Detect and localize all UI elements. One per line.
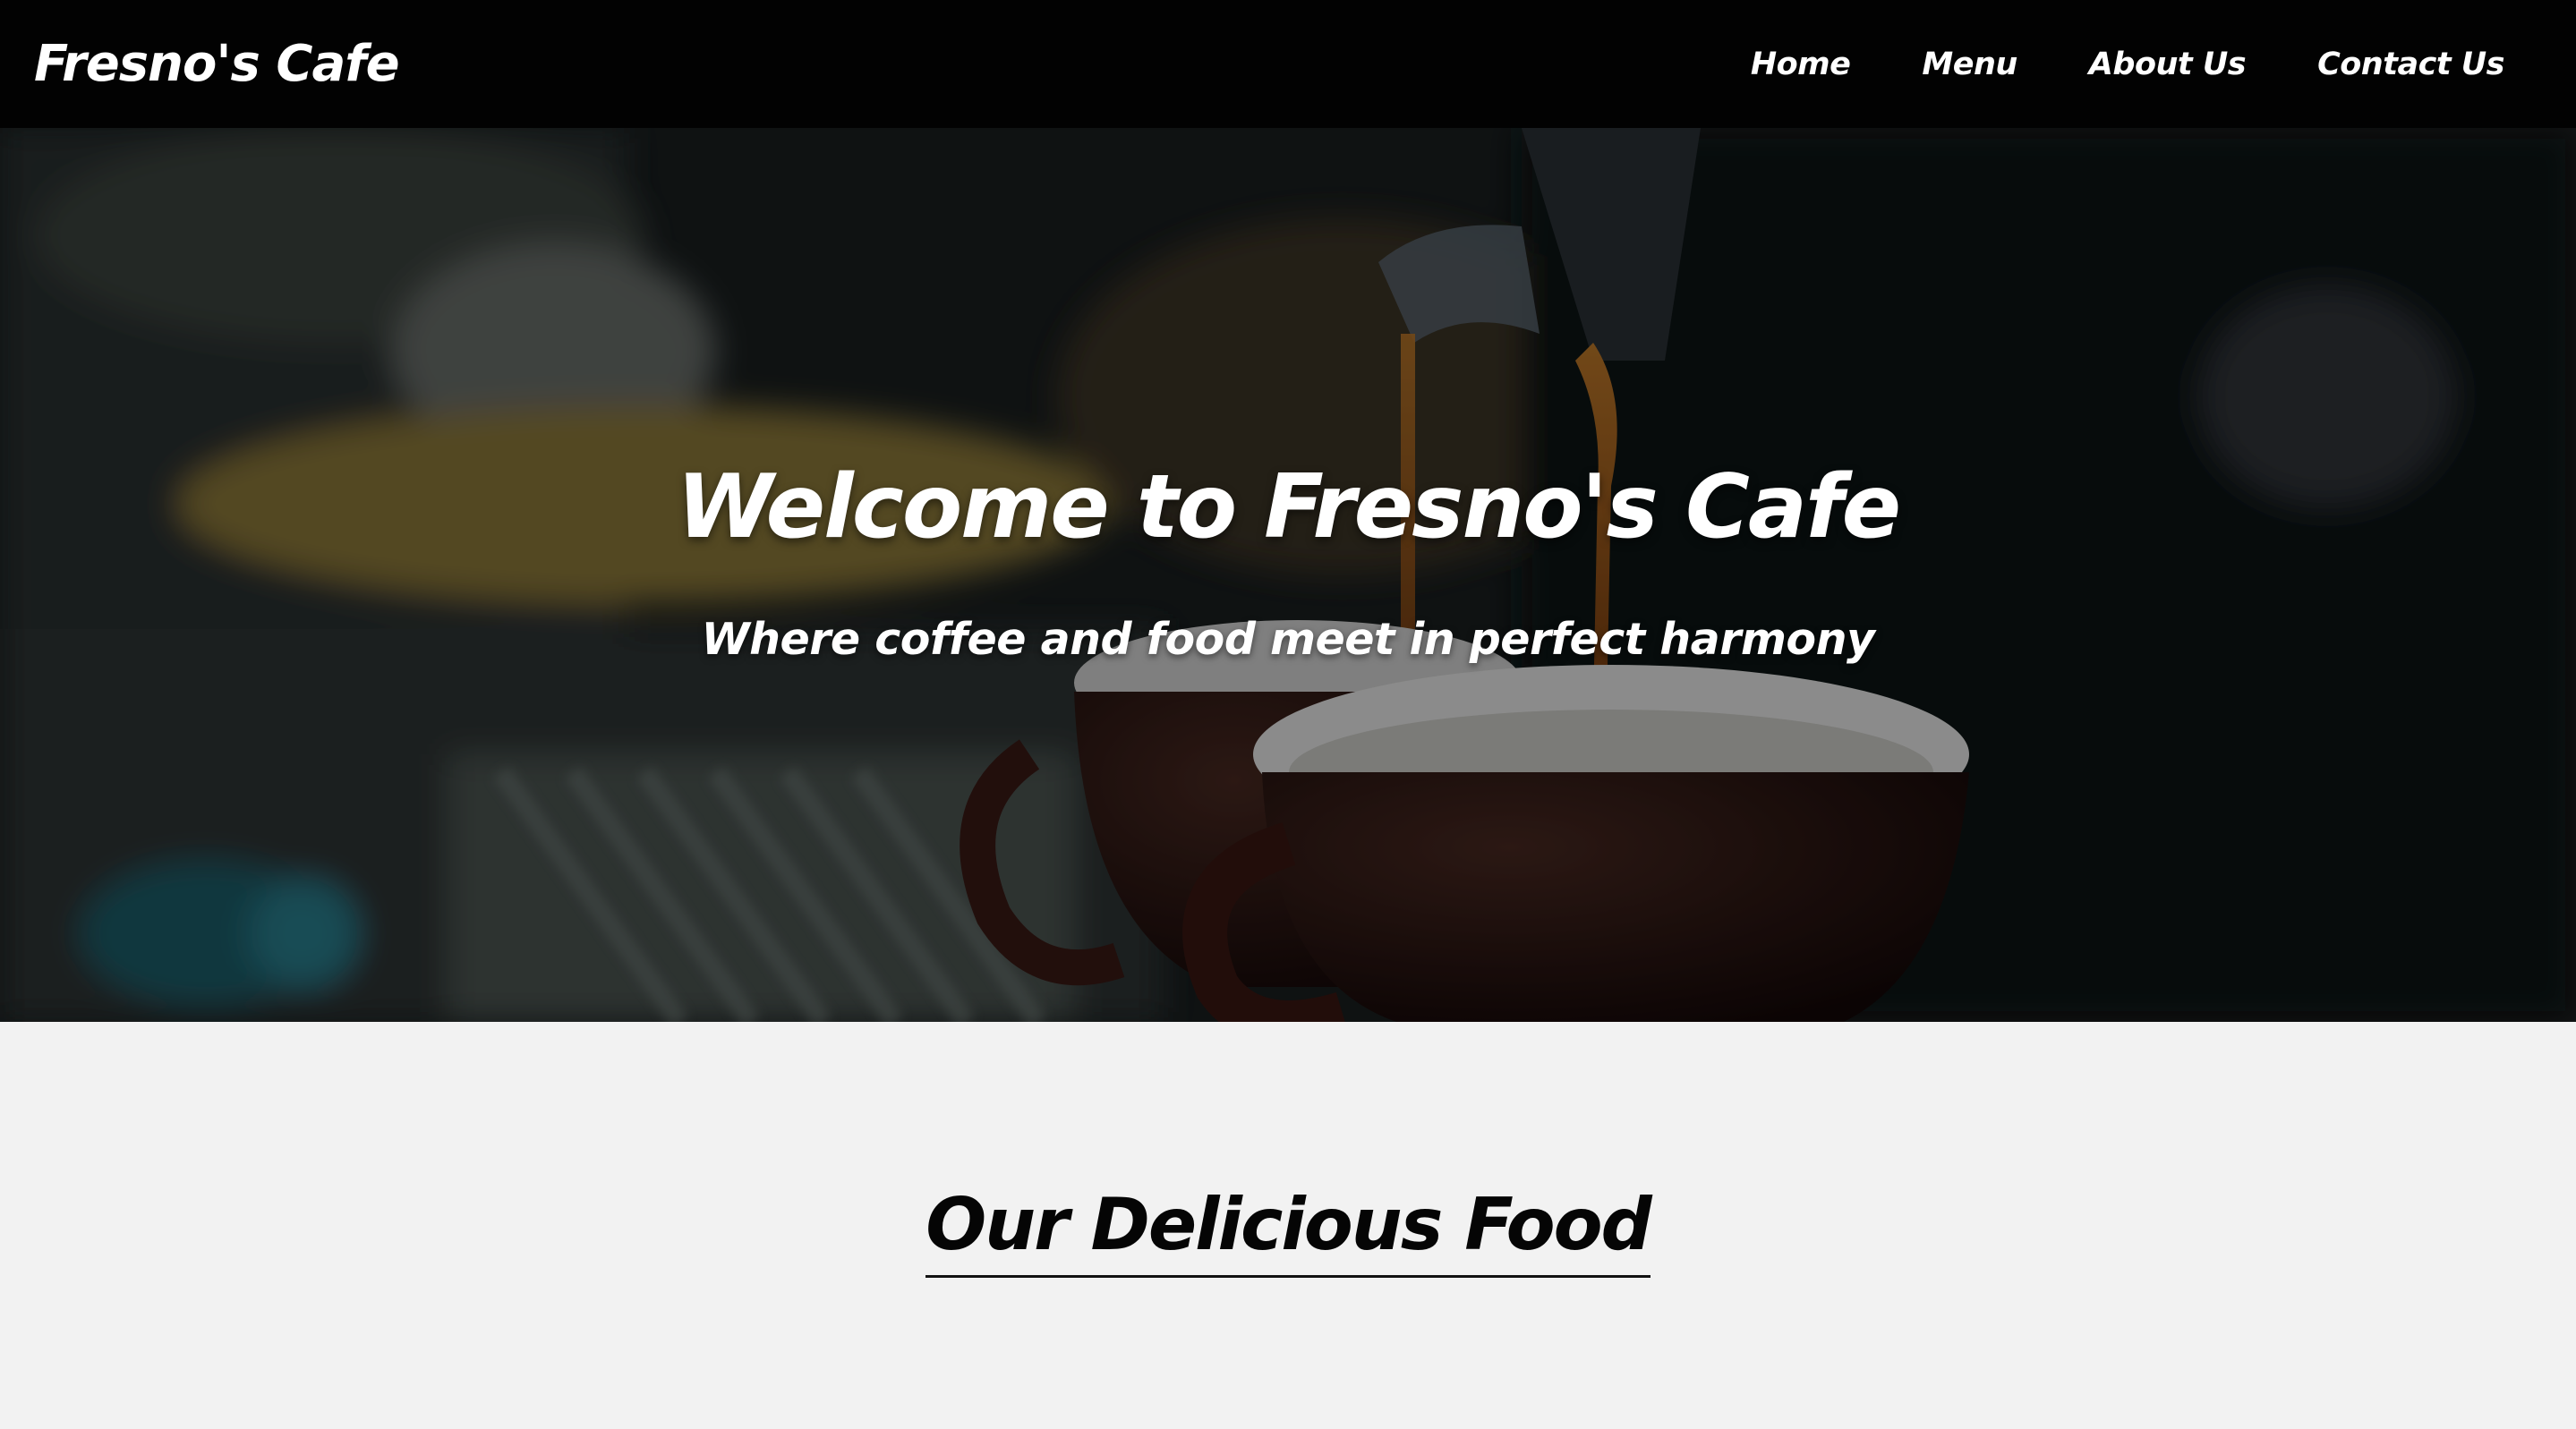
food-section: Our Delicious Food bbox=[0, 1022, 2576, 1429]
hero-overlay bbox=[0, 128, 2576, 1022]
brand-logo[interactable]: Fresno's Cafe bbox=[34, 35, 400, 93]
navbar: Fresno's Cafe Home Menu About Us Contact… bbox=[0, 0, 2576, 128]
nav-menu: Home Menu About Us Contact Us bbox=[1679, 47, 2505, 82]
hero-subtitle: Where coffee and food meet in perfect ha… bbox=[701, 614, 1875, 665]
nav-link-contact-us[interactable]: Contact Us bbox=[2317, 47, 2504, 82]
hero-title: Welcome to Fresno's Cafe bbox=[676, 456, 1901, 558]
nav-link-menu[interactable]: Menu bbox=[1922, 47, 2017, 82]
nav-link-about-us[interactable]: About Us bbox=[2089, 47, 2247, 82]
hero-banner: Welcome to Fresno's Cafe Where coffee an… bbox=[0, 128, 2576, 1022]
nav-link-home[interactable]: Home bbox=[1751, 47, 1851, 82]
section-heading-container: Our Delicious Food bbox=[0, 1183, 2576, 1278]
section-heading: Our Delicious Food bbox=[925, 1183, 1652, 1278]
